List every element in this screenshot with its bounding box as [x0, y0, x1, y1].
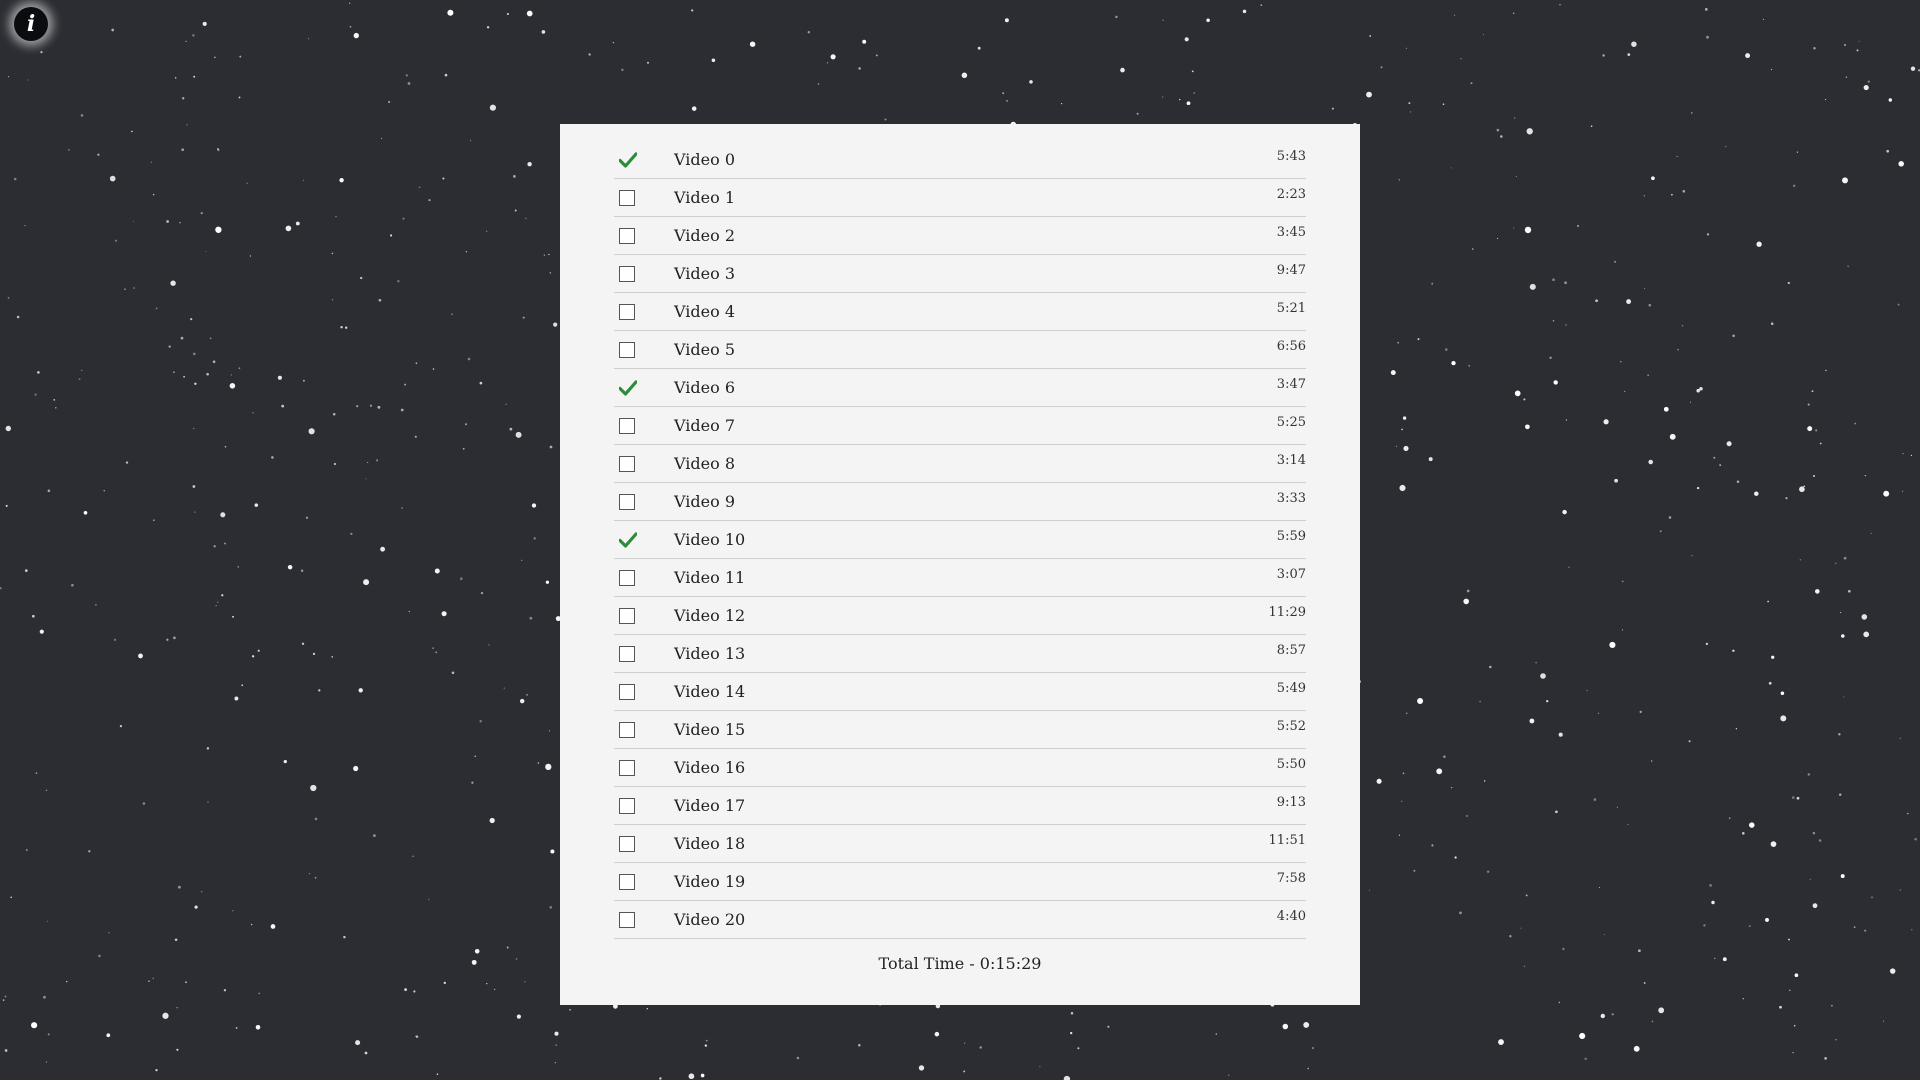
video-row[interactable]: Video 18 11:51 — [614, 825, 1306, 863]
video-row[interactable]: Video 16 5:50 — [614, 749, 1306, 787]
video-row[interactable]: Video 11 3:07 — [614, 559, 1306, 597]
video-row[interactable]: Video 0 5:43 — [614, 141, 1306, 179]
watched-checkbox[interactable] — [619, 266, 635, 282]
checkmark-icon — [619, 152, 637, 168]
video-title: Video 20 — [674, 910, 746, 929]
watched-checkbox[interactable] — [619, 760, 635, 776]
watched-checkbox[interactable] — [619, 304, 635, 320]
watched-checkbox[interactable] — [619, 608, 635, 624]
watched-checkbox[interactable] — [619, 342, 635, 358]
info-icon: i — [26, 11, 36, 37]
video-duration: 5:21 — [1276, 301, 1306, 316]
video-duration: 9:13 — [1276, 795, 1306, 810]
watched-checkbox[interactable] — [619, 456, 635, 472]
video-duration: 5:59 — [1276, 529, 1306, 544]
video-title: Video 12 — [674, 606, 746, 625]
checkmark-icon — [619, 380, 637, 396]
video-duration: 5:25 — [1276, 415, 1306, 430]
video-title: Video 13 — [674, 644, 746, 663]
watched-checkbox[interactable] — [619, 684, 635, 700]
watched-checkbox[interactable] — [619, 152, 637, 168]
video-title: Video 8 — [674, 454, 735, 473]
video-row[interactable]: Video 15 5:52 — [614, 711, 1306, 749]
video-duration: 2:23 — [1276, 187, 1306, 202]
video-duration: 11:51 — [1268, 833, 1306, 848]
video-duration: 3:33 — [1276, 491, 1306, 506]
video-duration: 5:49 — [1276, 681, 1306, 696]
video-title: Video 10 — [674, 530, 746, 549]
video-duration: 4:40 — [1276, 909, 1306, 924]
info-button[interactable]: i — [14, 7, 48, 41]
video-duration: 3:14 — [1276, 453, 1306, 468]
video-duration: 3:07 — [1276, 567, 1306, 582]
video-title: Video 0 — [674, 150, 735, 169]
watched-checkbox[interactable] — [619, 836, 635, 852]
video-duration: 3:47 — [1276, 377, 1306, 392]
video-title: Video 1 — [674, 188, 735, 207]
video-title: Video 6 — [674, 378, 735, 397]
video-title: Video 15 — [674, 720, 746, 739]
video-row[interactable]: Video 17 9:13 — [614, 787, 1306, 825]
video-row[interactable]: Video 12 11:29 — [614, 597, 1306, 635]
video-row[interactable]: Video 1 2:23 — [614, 179, 1306, 217]
video-title: Video 9 — [674, 492, 735, 511]
watched-checkbox[interactable] — [619, 532, 637, 548]
watched-checkbox[interactable] — [619, 570, 635, 586]
watched-checkbox[interactable] — [619, 418, 635, 434]
watched-checkbox[interactable] — [619, 646, 635, 662]
video-duration: 5:43 — [1276, 149, 1306, 164]
video-row[interactable]: Video 2 3:45 — [614, 217, 1306, 255]
video-row[interactable]: Video 8 3:14 — [614, 445, 1306, 483]
video-title: Video 4 — [674, 302, 735, 321]
video-row[interactable]: Video 7 5:25 — [614, 407, 1306, 445]
video-duration: 5:52 — [1276, 719, 1306, 734]
video-title: Video 14 — [674, 682, 746, 701]
video-duration: 8:57 — [1276, 643, 1306, 658]
video-row[interactable]: Video 3 9:47 — [614, 255, 1306, 293]
watched-checkbox[interactable] — [619, 190, 635, 206]
watched-checkbox[interactable] — [619, 874, 635, 890]
video-title: Video 18 — [674, 834, 746, 853]
total-time: Total Time - 0:15:29 — [878, 954, 1042, 973]
video-row[interactable]: Video 6 3:47 — [614, 369, 1306, 407]
video-duration: 5:50 — [1276, 757, 1306, 772]
video-title: Video 16 — [674, 758, 746, 777]
video-title: Video 19 — [674, 872, 746, 891]
video-row[interactable]: Video 4 5:21 — [614, 293, 1306, 331]
video-row[interactable]: Video 9 3:33 — [614, 483, 1306, 521]
video-title: Video 7 — [674, 416, 735, 435]
video-list: Video 0 5:43 Video 1 2:23 Video 2 3:45 Video 3… — [614, 141, 1306, 939]
video-title: Video 5 — [674, 340, 735, 359]
watched-checkbox[interactable] — [619, 228, 635, 244]
video-row[interactable]: Video 19 7:58 — [614, 863, 1306, 901]
video-title: Video 3 — [674, 264, 735, 283]
video-title: Video 11 — [674, 568, 746, 587]
video-duration: 6:56 — [1276, 339, 1306, 354]
watched-checkbox[interactable] — [619, 380, 637, 396]
watched-checkbox[interactable] — [619, 494, 635, 510]
video-row[interactable]: Video 10 5:59 — [614, 521, 1306, 559]
checkmark-icon — [619, 532, 637, 548]
video-duration: 11:29 — [1268, 605, 1306, 620]
video-row[interactable]: Video 5 6:56 — [614, 331, 1306, 369]
video-duration: 7:58 — [1276, 871, 1306, 886]
watched-checkbox[interactable] — [619, 722, 635, 738]
video-title: Video 2 — [674, 226, 735, 245]
video-row[interactable]: Video 20 4:40 — [614, 901, 1306, 939]
watched-checkbox[interactable] — [619, 912, 635, 928]
video-list-panel: Video 0 5:43 Video 1 2:23 Video 2 3:45 Video 3… — [560, 124, 1360, 1005]
video-duration: 9:47 — [1276, 263, 1306, 278]
video-row[interactable]: Video 14 5:49 — [614, 673, 1306, 711]
video-title: Video 17 — [674, 796, 746, 815]
video-duration: 3:45 — [1276, 225, 1306, 240]
video-row[interactable]: Video 13 8:57 — [614, 635, 1306, 673]
watched-checkbox[interactable] — [619, 798, 635, 814]
